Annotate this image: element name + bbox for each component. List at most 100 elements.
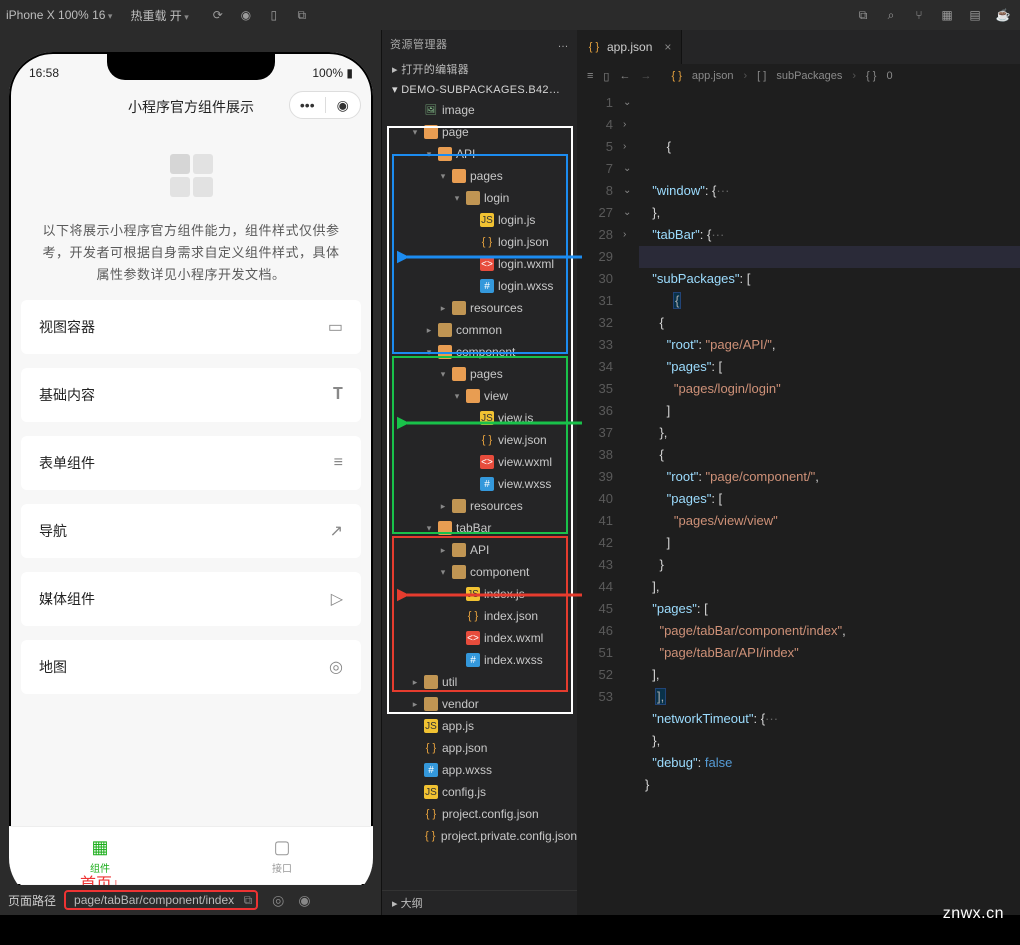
outline-section[interactable]: ▸ 大纲: [382, 890, 577, 915]
coffee-icon[interactable]: ☕: [992, 4, 1014, 26]
bookmark-icon[interactable]: ▯: [603, 70, 609, 83]
line-gutter: 1457827282930313233343536373839404142434…: [577, 88, 623, 915]
list-item[interactable]: 媒体组件▷: [21, 572, 361, 626]
tree-node[interactable]: #app.wxss: [382, 759, 577, 781]
tree-node[interactable]: { }view.json: [382, 429, 577, 451]
search-icon[interactable]: ⌕: [880, 4, 902, 26]
tree-node[interactable]: { }login.json: [382, 231, 577, 253]
list-item[interactable]: 基础内容𝐓: [21, 368, 361, 422]
tree-node[interactable]: ▾tabBar: [382, 517, 577, 539]
page-title: 小程序官方组件展示: [128, 97, 254, 117]
page-path-box[interactable]: page/tabBar/component/index ⧉: [64, 890, 258, 910]
tree-node[interactable]: ▸common: [382, 319, 577, 341]
list-item[interactable]: 表单组件≡: [21, 436, 361, 490]
refresh-icon[interactable]: ⟳: [207, 4, 229, 26]
tree-node[interactable]: ▾login: [382, 187, 577, 209]
simulator-panel: 16:58 100% ▮ 小程序官方组件展示 ••• ◉ 以下将展示小程序官方组…: [0, 30, 382, 915]
tree-label: project.config.json: [442, 807, 539, 821]
list-item[interactable]: 视图容器▭: [21, 300, 361, 354]
panel-icon[interactable]: ▤: [964, 4, 986, 26]
tree-node[interactable]: ▾view: [382, 385, 577, 407]
fold-gutter[interactable]: ⌄››⌄⌄⌄›: [623, 88, 639, 915]
tree-node[interactable]: #view.wxss: [382, 473, 577, 495]
phone-icon[interactable]: ▯: [263, 4, 285, 26]
tree-node[interactable]: ▸vendor: [382, 693, 577, 715]
breadcrumbs[interactable]: ≡ ▯ ← → { } app.json ›[ ] subPackages ›{…: [577, 64, 1020, 88]
tree-label: pages: [470, 169, 503, 183]
open-editors-section[interactable]: ▸ 打开的编辑器: [382, 58, 577, 80]
tree-node[interactable]: #login.wxss: [382, 275, 577, 297]
nav-header: 小程序官方组件展示 ••• ◉: [9, 84, 373, 130]
chip-icon: ▢: [273, 837, 290, 858]
list-item[interactable]: 地图◎: [21, 640, 361, 694]
tree-node[interactable]: ▾API: [382, 143, 577, 165]
folder-icon: [452, 543, 466, 557]
explorer-title: 资源管理器: [390, 36, 448, 52]
tree-node[interactable]: <> index.wxml: [382, 627, 577, 649]
tree-label: login.wxml: [498, 257, 554, 271]
tree-label: app.js: [442, 719, 474, 733]
grid-icon[interactable]: ▦: [936, 4, 958, 26]
tree-node[interactable]: JSview.js: [382, 407, 577, 429]
project-section[interactable]: ▾ DEMO-SUBPACKAGES.B42A3ADB: [382, 80, 577, 99]
tree-node[interactable]: ▾component: [382, 341, 577, 363]
tree-node[interactable]: #index.wxss: [382, 649, 577, 671]
wxml-icon: <>: [466, 631, 480, 645]
json-icon: { }: [424, 829, 437, 843]
branch-icon[interactable]: ⑂: [908, 4, 930, 26]
tree-node[interactable]: ▾pages: [382, 363, 577, 385]
tree-label: image: [442, 103, 475, 117]
wxml-icon: <>: [480, 455, 494, 469]
back-icon[interactable]: ←: [619, 70, 630, 82]
list-item[interactable]: 导航↗: [21, 504, 361, 558]
tree-node[interactable]: ▸API: [382, 539, 577, 561]
toggle-icon[interactable]: ≡: [587, 70, 593, 82]
tree-node[interactable]: <>view.wxml: [382, 451, 577, 473]
eye-icon[interactable]: ◉: [298, 892, 310, 909]
tree-node[interactable]: { }project.private.config.json: [382, 825, 577, 847]
tab-api[interactable]: ▢接口: [191, 827, 373, 884]
tree-node[interactable]: JS app.js: [382, 715, 577, 737]
device-dropdown[interactable]: iPhone X 100% 16: [6, 8, 112, 22]
tree-node[interactable]: <>login.wxml: [382, 253, 577, 275]
eye-icon[interactable]: ◉: [235, 4, 257, 26]
tree-label: tabBar: [456, 521, 491, 535]
notch: [107, 52, 275, 80]
tree-node[interactable]: ▾component: [382, 561, 577, 583]
target-icon[interactable]: ◉: [326, 97, 361, 114]
code-area[interactable]: { "window": {··· }, "tabBar": {··· }, "s…: [639, 88, 1020, 915]
json-icon: { }: [424, 807, 438, 821]
tree-node[interactable]: JSindex.js: [382, 583, 577, 605]
tree-node[interactable]: JSlogin.js: [382, 209, 577, 231]
card-icon: ↗: [330, 521, 343, 541]
folder-icon: [466, 389, 480, 403]
tree-node[interactable]: { }app.json: [382, 737, 577, 759]
card-label: 媒体组件: [39, 589, 95, 609]
tree-label: page: [442, 125, 469, 139]
tree-label: view: [484, 389, 508, 403]
sim-battery: 100% ▮: [312, 66, 353, 80]
more-icon[interactable]: •••: [290, 97, 325, 113]
tree-node[interactable]: ▾pages: [382, 165, 577, 187]
tree-node[interactable]: { } project.config.json: [382, 803, 577, 825]
js-icon: JS: [424, 719, 438, 733]
compass-icon[interactable]: ◎: [272, 892, 284, 909]
tree-node[interactable]: ▾page: [382, 121, 577, 143]
more-icon[interactable]: …: [558, 38, 570, 50]
tree-node[interactable]: 🖼image: [382, 99, 577, 121]
copy-icon[interactable]: ⧉: [291, 4, 313, 26]
tree-label: login.wxss: [498, 279, 553, 293]
tree-node[interactable]: ▸util: [382, 671, 577, 693]
tree-node[interactable]: ▸resources: [382, 297, 577, 319]
tree-node[interactable]: ▸resources: [382, 495, 577, 517]
tree-node[interactable]: JSconfig.js: [382, 781, 577, 803]
forward-icon[interactable]: →: [640, 70, 651, 82]
tree-label: index.wxml: [484, 631, 543, 645]
hot-reload-dropdown[interactable]: 热重载 开: [130, 7, 188, 24]
folder-icon: [438, 147, 452, 161]
close-icon[interactable]: ×: [664, 40, 671, 54]
editor-tab-appjson[interactable]: { } app.json×: [577, 30, 682, 64]
tree-node[interactable]: { }index.json: [382, 605, 577, 627]
capsule-bar[interactable]: ••• ◉: [289, 91, 361, 119]
layout-icon[interactable]: ⧉: [852, 4, 874, 26]
